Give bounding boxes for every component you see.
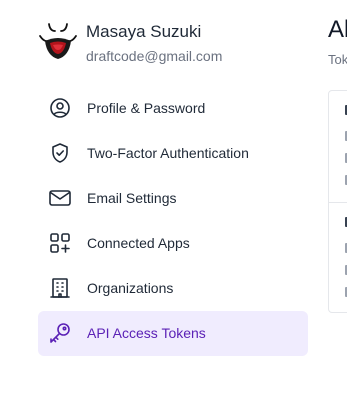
sidebar-item-label: Email Settings <box>87 190 177 206</box>
page-subtitle: Tok <box>328 52 347 67</box>
envelope-icon <box>48 186 72 210</box>
shield-check-icon <box>48 141 72 165</box>
sidebar-item-profile-password[interactable]: Profile & Password <box>38 86 308 131</box>
tokens-list <box>328 90 347 313</box>
sidebar-item-organizations[interactable]: Organizations <box>38 266 308 311</box>
sidebar-item-label: Two-Factor Authentication <box>87 145 249 161</box>
user-name: Masaya Suzuki <box>86 22 202 41</box>
sidebar-item-label: Connected Apps <box>87 235 190 251</box>
token-row[interactable] <box>329 203 347 312</box>
squares-plus-icon <box>48 231 72 255</box>
key-icon <box>48 321 72 345</box>
sidebar-item-label: Profile & Password <box>87 100 206 116</box>
sidebar-item-label: API Access Tokens <box>87 325 206 341</box>
building-icon <box>48 276 72 300</box>
user-circle-icon <box>48 96 72 120</box>
sidebar-item-email-settings[interactable]: Email Settings <box>38 176 308 221</box>
sidebar-item-connected-apps[interactable]: Connected Apps <box>38 221 308 266</box>
sidebar-item-api-access-tokens[interactable]: API Access Tokens <box>38 311 308 356</box>
user-email: draftcode@gmail.com <box>86 48 223 64</box>
sidebar-item-two-factor[interactable]: Two-Factor Authentication <box>38 131 308 176</box>
avatar[interactable] <box>38 22 78 62</box>
sidebar-item-label: Organizations <box>87 280 174 296</box>
settings-sidebar: Profile & Password Two-Factor Authentica… <box>38 86 308 356</box>
page-title: Al <box>328 16 347 43</box>
token-row[interactable] <box>329 91 347 202</box>
settings-page: Masaya Suzuki draftcode@gmail.com Profil… <box>0 0 347 398</box>
user-header: Masaya Suzuki draftcode@gmail.com <box>38 18 328 68</box>
